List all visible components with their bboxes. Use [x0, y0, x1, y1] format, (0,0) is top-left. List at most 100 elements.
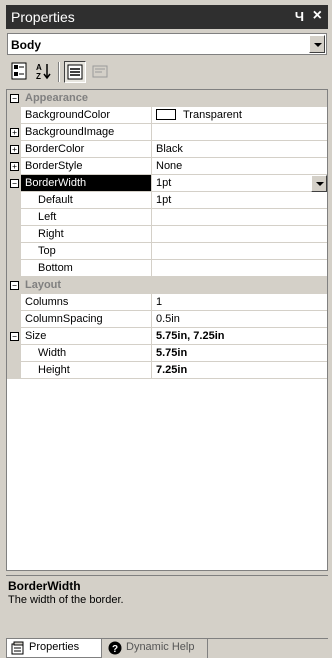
row-margin [7, 192, 21, 209]
property-name: ColumnSpacing [21, 311, 152, 328]
row-margin: − [7, 90, 21, 107]
property-value-text: 1pt [156, 177, 172, 189]
description-title: BorderWidth [8, 579, 81, 593]
property-value[interactable]: 5.75in, 7.25in [152, 328, 327, 345]
color-swatch [156, 109, 176, 120]
property-name: BorderStyle [21, 158, 152, 175]
property-name: BackgroundColor [21, 107, 152, 124]
events-button[interactable] [90, 61, 112, 83]
expand-icon[interactable]: + [10, 145, 19, 154]
property-value[interactable] [152, 243, 327, 260]
property-row-backgroundimage[interactable]: + BackgroundImage [7, 124, 327, 141]
property-row-columnspacing[interactable]: ColumnSpacing 0.5in [7, 311, 327, 328]
property-value[interactable]: 7.25in [152, 362, 327, 379]
category-appearance[interactable]: − Appearance [7, 90, 327, 107]
row-margin [7, 243, 21, 260]
window-title: Properties [11, 9, 75, 25]
help-icon: ? [108, 641, 122, 655]
categorized-button[interactable] [9, 61, 31, 83]
collapse-icon[interactable]: − [10, 281, 19, 290]
close-icon[interactable]: × [313, 7, 322, 25]
property-value[interactable] [152, 260, 327, 277]
property-name: Left [21, 209, 152, 226]
row-margin: + [7, 158, 21, 175]
category-label: Appearance [21, 90, 327, 107]
category-label: Layout [21, 277, 327, 294]
svg-text:A: A [36, 63, 42, 72]
property-value[interactable] [152, 226, 327, 243]
object-selector-value: Body [11, 38, 41, 52]
property-row-top[interactable]: Top [7, 243, 327, 260]
collapse-icon[interactable]: − [10, 94, 19, 103]
svg-text:Z: Z [36, 72, 41, 81]
property-value[interactable]: None [152, 158, 327, 175]
property-grid: − Appearance BackgroundColor Transparent… [6, 89, 328, 571]
property-row-backgroundcolor[interactable]: BackgroundColor Transparent [7, 107, 327, 124]
object-selector[interactable]: Body [7, 33, 327, 55]
toolbar: A Z [6, 57, 328, 87]
tab-properties[interactable]: Properties [6, 639, 102, 658]
property-row-borderwidth[interactable]: − BorderWidth 1pt [7, 175, 327, 192]
svg-text:?: ? [112, 644, 118, 655]
property-name: BorderWidth [21, 175, 152, 192]
property-name: Top [21, 243, 152, 260]
properties-window: Properties Ч × Body A Z − Appearance Bac… [6, 5, 328, 658]
property-row-width[interactable]: Width 5.75in [7, 345, 327, 362]
property-value[interactable]: 0.5in [152, 311, 327, 328]
row-margin: − [7, 277, 21, 294]
sort-az-icon: A Z [36, 63, 51, 81]
expand-icon[interactable]: + [10, 128, 19, 137]
property-name: Bottom [21, 260, 152, 277]
collapse-icon[interactable]: − [10, 179, 19, 188]
property-row-borderstyle[interactable]: + BorderStyle None [7, 158, 327, 175]
property-pages-disabled-icon [92, 65, 108, 78]
property-row-size[interactable]: − Size 5.75in, 7.25in [7, 328, 327, 345]
description-text: The width of the border. [8, 594, 124, 606]
property-row-left[interactable]: Left [7, 209, 327, 226]
property-row-columns[interactable]: Columns 1 [7, 294, 327, 311]
property-row-default[interactable]: Default 1pt [7, 192, 327, 209]
property-value[interactable]: 1pt [152, 192, 327, 209]
properties-view-button[interactable] [64, 61, 86, 83]
pin-icon[interactable]: Ч [295, 9, 304, 24]
property-value[interactable]: Transparent [152, 107, 327, 124]
tab-label: Properties [29, 641, 80, 653]
property-value[interactable] [152, 209, 327, 226]
property-value[interactable] [152, 124, 327, 141]
row-margin [7, 107, 21, 124]
property-row-height[interactable]: Height 7.25in [7, 362, 327, 379]
row-margin: − [7, 175, 21, 192]
row-margin: + [7, 141, 21, 158]
row-margin: − [7, 328, 21, 345]
property-value[interactable]: Black [152, 141, 327, 158]
property-value[interactable]: 5.75in [152, 345, 327, 362]
categorized-icon [11, 62, 27, 80]
chevron-down-icon[interactable] [309, 35, 325, 53]
row-margin [7, 209, 21, 226]
row-margin [7, 226, 21, 243]
collapse-icon[interactable]: − [10, 332, 19, 341]
properties-tab-icon [11, 641, 24, 655]
row-margin: + [7, 124, 21, 141]
property-name: Width [21, 345, 152, 362]
property-name: BackgroundImage [21, 124, 152, 141]
alphabetical-button[interactable]: A Z [33, 61, 55, 83]
row-margin [7, 345, 21, 362]
expand-icon[interactable]: + [10, 162, 19, 171]
property-row-bottom[interactable]: Bottom [7, 260, 327, 277]
property-name: BorderColor [21, 141, 152, 158]
property-name: Default [21, 192, 152, 209]
property-row-right[interactable]: Right [7, 226, 327, 243]
row-margin [7, 362, 21, 379]
property-value[interactable]: 1pt [152, 175, 327, 192]
title-bar: Properties Ч × [6, 5, 328, 29]
tab-strip: Properties ? Dynamic Help [6, 638, 328, 658]
property-value[interactable]: 1 [152, 294, 327, 311]
property-value-text: Transparent [183, 109, 242, 121]
tab-label: Dynamic Help [126, 641, 195, 653]
description-pane: BorderWidth The width of the border. [6, 575, 328, 637]
chevron-down-icon[interactable] [311, 175, 327, 192]
tab-dynamic-help[interactable]: ? Dynamic Help [104, 639, 208, 658]
property-row-bordercolor[interactable]: + BorderColor Black [7, 141, 327, 158]
category-layout[interactable]: − Layout [7, 277, 327, 294]
